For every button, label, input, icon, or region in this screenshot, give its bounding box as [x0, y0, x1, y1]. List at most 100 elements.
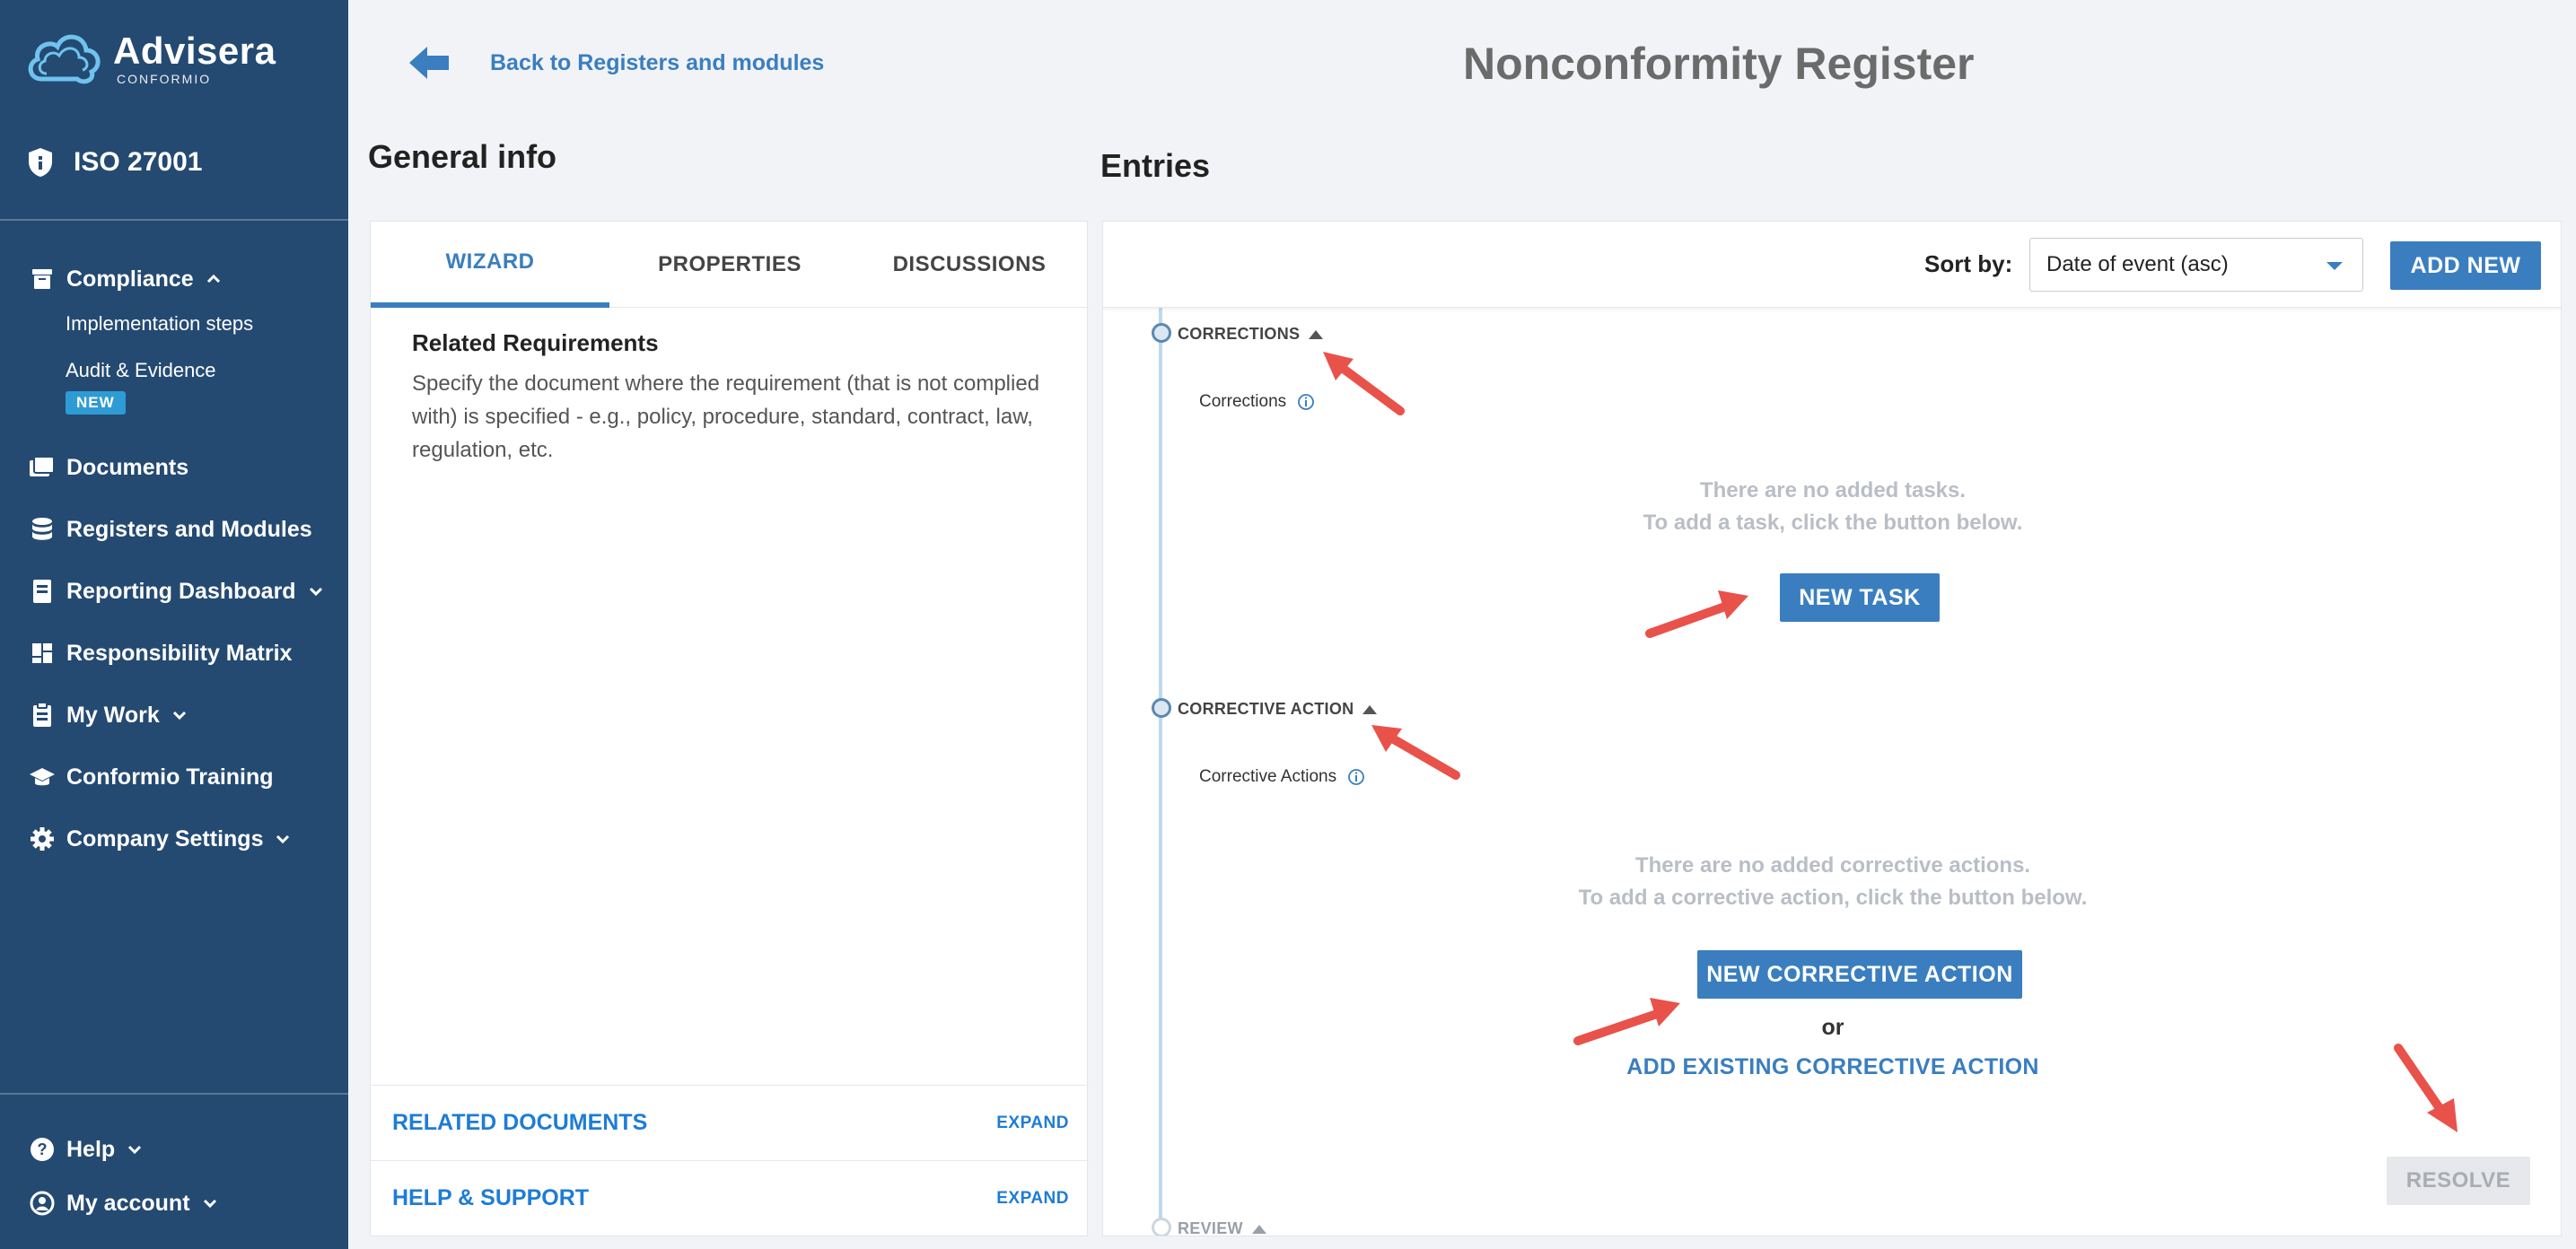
corrective-actions-label: Corrective Actions [1199, 767, 1365, 787]
corrective-actions-label-text: Corrective Actions [1199, 767, 1337, 786]
annotation-arrow-icon [1323, 352, 1405, 415]
sidebar-item-responsibility-matrix[interactable]: Responsibility Matrix [27, 638, 292, 668]
corrections-label: Corrections [1199, 392, 1315, 412]
sidebar-item-label: Company Settings [66, 825, 264, 852]
sidebar-item-documents[interactable]: Documents [27, 452, 188, 483]
shield-icon [29, 148, 52, 177]
section-corrective-action-toggle[interactable]: CORRECTIVE ACTION [1178, 700, 1378, 719]
help-icon: ? [27, 1134, 57, 1165]
brand-sub: CONFORMIO [117, 72, 212, 86]
sidebar-subitem-audit-evidence[interactable]: Audit & Evidence [66, 359, 216, 382]
caret-up-icon [1251, 1224, 1266, 1234]
new-badge: NEW [66, 391, 126, 415]
or-separator: or [1821, 1015, 1844, 1040]
sidebar-subitem-implementation-steps[interactable]: Implementation steps [66, 312, 253, 336]
sidebar-item-compliance[interactable]: Compliance [27, 264, 223, 294]
timeline-node [1152, 323, 1171, 343]
sidebar-item-company-settings[interactable]: Company Settings [27, 824, 292, 854]
empty-line: To add a task, click the button below. [1643, 511, 2023, 535]
empty-tasks-message: There are no added tasks. To add a task,… [1103, 475, 2561, 539]
expand-button[interactable]: EXPAND [996, 1114, 1069, 1133]
section-title: CORRECTIVE ACTION [1178, 700, 1354, 718]
chevron-up-icon [206, 274, 220, 284]
sidebar-item-label: Compliance [66, 266, 194, 292]
chevron-down-icon [203, 1199, 216, 1209]
sidebar-item-my-account[interactable]: My account [27, 1188, 219, 1218]
expand-button[interactable]: EXPAND [996, 1189, 1069, 1209]
svg-text:?: ? [38, 1140, 48, 1158]
sidebar: Advisera CONFORMIO ISO 27001 Compliance … [0, 0, 348, 1249]
new-corrective-action-button[interactable]: NEW CORRECTIVE ACTION [1697, 950, 2022, 999]
caret-up-icon [1309, 329, 1324, 339]
tab-bar: WIZARD PROPERTIES DISCUSSIONS [371, 222, 1089, 308]
add-new-button[interactable]: ADD NEW [2390, 241, 2541, 290]
folder-icon [27, 452, 57, 483]
section-title: CORRECTIONS [1178, 325, 1301, 343]
cloud-logo-icon [28, 34, 101, 84]
caret-up-icon [1362, 704, 1378, 714]
sidebar-item-label: Reporting Dashboard [66, 578, 296, 604]
timeline-node [1152, 698, 1171, 718]
sidebar-item-label: My account [66, 1190, 190, 1216]
sidebar-item-conformio-training[interactable]: Conformio Training [27, 762, 274, 792]
sidebar-item-label: My Work [66, 702, 160, 728]
general-info-heading: General info [368, 138, 557, 175]
accordion-title: HELP & SUPPORT [392, 1185, 590, 1210]
resolve-button[interactable]: RESOLVE [2387, 1157, 2530, 1205]
clipboard-icon [27, 700, 57, 730]
corrections-label-text: Corrections [1199, 392, 1287, 411]
new-task-button[interactable]: NEW TASK [1780, 573, 1940, 622]
caret-down-icon [2326, 262, 2343, 270]
tab-discussions[interactable]: DISCUSSIONS [850, 222, 1089, 308]
general-info-panel: WIZARD PROPERTIES DISCUSSIONS Related Re… [370, 221, 1089, 1236]
related-requirements-description: Specify the document where the requireme… [412, 371, 1040, 462]
gear-icon [27, 824, 57, 854]
sidebar-item-registers[interactable]: Registers and Modules [27, 514, 312, 545]
tab-properties[interactable]: PROPERTIES [610, 222, 849, 308]
chevron-down-icon [128, 1145, 142, 1155]
sidebar-item-label: Registers and Modules [66, 516, 312, 542]
sort-value: Date of event (asc) [2046, 252, 2229, 276]
sidebar-divider [0, 219, 348, 221]
empty-line: To add a corrective action, click the bu… [1578, 886, 2088, 910]
sidebar-item-label: Documents [66, 454, 189, 480]
sidebar-item-label: Responsibility Matrix [66, 640, 293, 666]
standard-name: ISO 27001 [74, 147, 203, 177]
section-corrections-toggle[interactable]: CORRECTIONS [1178, 325, 1324, 344]
back-link-label: Back to Registers and modules [490, 49, 825, 75]
section-review-toggle[interactable]: REVIEW [1178, 1219, 1266, 1236]
sort-select[interactable]: Date of event (asc) [2029, 238, 2363, 292]
timeline-line [1159, 308, 1162, 1236]
page-title: Nonconformity Register [1463, 39, 1975, 89]
back-link[interactable]: Back to Registers and modules [407, 43, 824, 83]
related-requirements-title: Related Requirements [412, 329, 659, 356]
grid-icon [27, 638, 57, 668]
database-icon [27, 514, 57, 545]
sidebar-divider [0, 1093, 348, 1095]
tab-wizard[interactable]: WIZARD [371, 222, 609, 308]
arrow-left-icon [409, 47, 449, 79]
entries-toolbar: Sort by: Date of event (asc) ADD NEW [1103, 222, 2561, 308]
logo[interactable]: Advisera CONFORMIO [23, 25, 276, 92]
annotation-arrow-icon [1573, 998, 1680, 1045]
sidebar-item-help[interactable]: ? Help [27, 1134, 144, 1165]
annotation-arrow-icon [2394, 1044, 2458, 1132]
section-title: REVIEW [1178, 1219, 1243, 1236]
chevron-down-icon [172, 711, 186, 721]
accordion-title: RELATED DOCUMENTS [392, 1110, 648, 1135]
brand-name: Advisera [113, 30, 276, 72]
standard-selector[interactable]: ISO 27001 [27, 147, 202, 178]
add-existing-corrective-action-link[interactable]: ADD EXISTING CORRECTIVE ACTION [1103, 1054, 2561, 1080]
sidebar-item-my-work[interactable]: My Work [27, 700, 188, 730]
accordion-help-support[interactable]: HELP & SUPPORT EXPAND [371, 1160, 1089, 1236]
empty-line: There are no added corrective actions. [1634, 853, 2031, 878]
sidebar-item-label: Help [66, 1136, 116, 1162]
user-circle-icon [27, 1188, 57, 1218]
entries-heading: Entries [1100, 147, 1211, 184]
annotation-arrow-icon [1371, 725, 1460, 780]
annotation-arrow-icon [1645, 590, 1748, 638]
accordion-related-documents[interactable]: RELATED DOCUMENTS EXPAND [371, 1085, 1089, 1160]
chevron-down-icon [309, 587, 322, 597]
report-icon [27, 576, 57, 607]
sidebar-item-reporting-dashboard[interactable]: Reporting Dashboard [27, 576, 325, 607]
